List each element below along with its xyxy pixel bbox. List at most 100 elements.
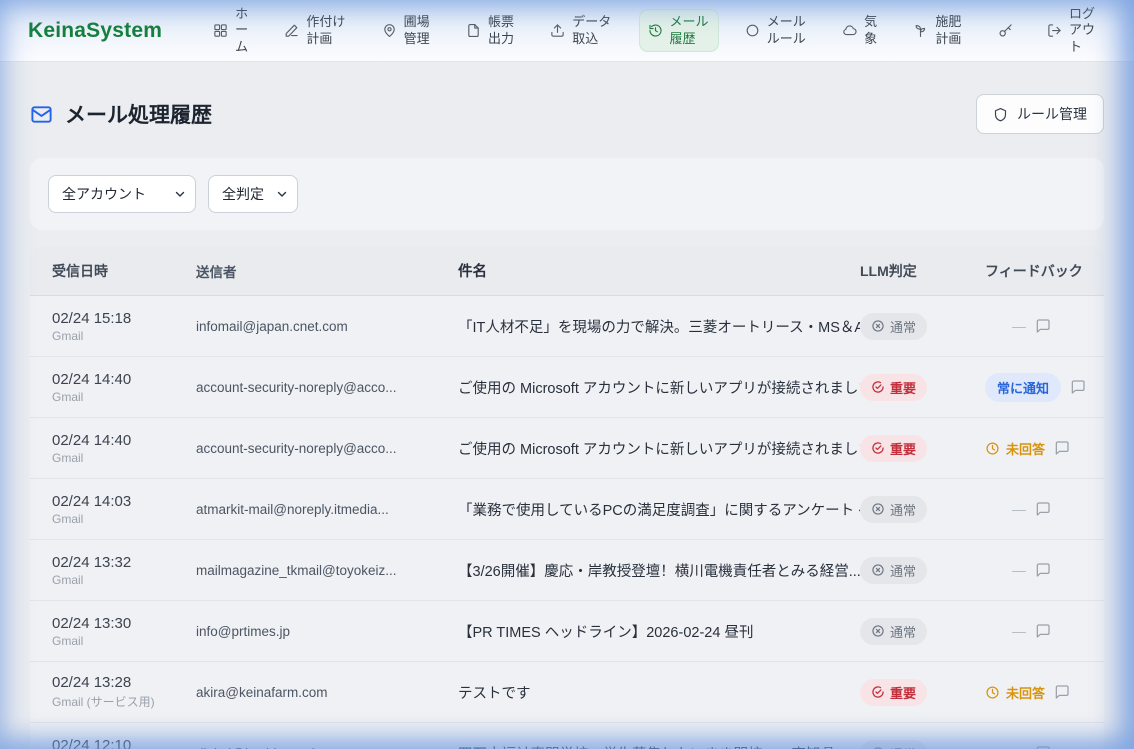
nav-item-label: データ取込 [572,14,613,47]
feedback-always-notify-badge: 常に通知 [985,373,1061,402]
cell-llm-judgement: 重要 [860,374,985,401]
main-content: メール処理履歴 ルール管理 全アカウント 全判定 [0,62,1134,749]
cell-feedback: — [985,745,1104,749]
cell-feedback: — [985,562,1104,578]
cell-feedback: — [985,318,1104,334]
cell-feedback: 未回答 [985,683,1104,702]
page-header: メール処理履歴 ルール管理 [30,94,1104,134]
mail-subject: 【3/26開催】慶応・岸教授登壇！横川電機責任者とみる経営... [442,560,860,581]
nav-item-data-import[interactable]: データ取込 [541,9,622,52]
sender-email: account-security-noreply@acco... [180,441,442,456]
rule-management-button[interactable]: ルール管理 [976,94,1104,134]
upload-icon [550,23,565,38]
table-row[interactable]: 02/24 12:10 digital@kochinews.jp 四万十福祉専門… [30,723,1104,749]
cell-feedback: — [985,623,1104,639]
comment-bubble-icon[interactable] [1035,318,1051,334]
received-datetime: 02/24 14:40 [52,371,180,388]
received-datetime: 02/24 13:28 [52,674,180,691]
sender-email: digital@kochinews.jp [180,746,442,749]
header-llm-judgement: LLM判定 [860,261,985,281]
received-datetime: 02/24 13:32 [52,554,180,571]
account-label: Gmail [52,512,180,526]
llm-judgement-label: 通常 [890,622,916,641]
cell-llm-judgement: 重要 [860,679,985,706]
pencil-icon [284,23,299,38]
header-feedback: フィードバック [985,261,1104,281]
mail-icon [30,103,53,126]
comment-bubble-icon[interactable] [1035,745,1051,749]
nav-item-mail-history[interactable]: メール履歴 [639,9,720,52]
key-icon [998,23,1013,38]
received-datetime: 02/24 15:18 [52,310,180,327]
feedback-empty: — [1012,562,1026,578]
cell-received-datetime: 02/24 13:30 Gmail [30,615,180,648]
llm-judgement-badge: 通常 [860,740,927,749]
document-icon [466,23,481,38]
brand-logo[interactable]: KeinaSystem [28,19,162,43]
nav-item-report-output[interactable]: 帳票出力 [457,9,525,52]
table-row[interactable]: 02/24 13:32 Gmail mailmagazine_tkmail@to… [30,540,1104,601]
table-row[interactable]: 02/24 13:30 Gmail info@prtimes.jp 【PR TI… [30,601,1104,662]
table-row[interactable]: 02/24 14:40 Gmail account-security-norep… [30,418,1104,479]
cell-received-datetime: 02/24 13:28 Gmail (サービス用) [30,674,180,710]
circle-icon [745,23,760,38]
sender-email: mailmagazine_tkmail@toyokeiz... [180,563,442,578]
nav-item-fertilizer-plan[interactable]: 施肥計画 [904,9,972,52]
llm-judgement-badge: 通常 [860,496,927,523]
nav-item-home[interactable]: ホーム [204,1,259,60]
sender-email: akira@keinafarm.com [180,685,442,700]
table-row[interactable]: 02/24 14:03 Gmail atmarkit-mail@noreply.… [30,479,1104,540]
sender-email: account-security-noreply@acco... [180,380,442,395]
filter-bar: 全アカウント 全判定 [30,158,1104,230]
table-row[interactable]: 02/24 15:18 Gmail infomail@japan.cnet.co… [30,296,1104,357]
table-row[interactable]: 02/24 13:28 Gmail (サービス用) akira@keinafar… [30,662,1104,723]
sender-email: infomail@japan.cnet.com [180,319,442,334]
nav-item-mail-rules[interactable]: メールルール [736,9,817,52]
nav-item-logout[interactable]: ログアウト [1038,1,1106,60]
cell-llm-judgement: 重要 [860,435,985,462]
account-label: Gmail [52,634,180,648]
cell-llm-judgement: 通常 [860,618,985,645]
account-label: Gmail [52,573,180,587]
nav-item-weather[interactable]: 気象 [833,9,888,52]
cell-llm-judgement: 通常 [860,496,985,523]
comment-bubble-icon[interactable] [1035,562,1051,578]
cell-received-datetime: 02/24 14:40 Gmail [30,432,180,465]
page-title-text: メール処理履歴 [65,99,212,129]
nav-item-key[interactable] [989,18,1022,43]
comment-bubble-icon[interactable] [1070,379,1086,395]
cloud-icon [842,23,857,38]
comment-bubble-icon[interactable] [1054,440,1070,456]
history-icon [648,23,663,38]
cell-llm-judgement: 通常 [860,557,985,584]
judgement-filter-select[interactable]: 全判定 [209,176,297,212]
cell-feedback: 常に通知 [985,373,1104,402]
feedback-empty: — [1012,318,1026,334]
llm-judgement-label: 通常 [890,561,916,580]
logout-icon [1047,23,1062,38]
nav-item-label: 施肥計画 [935,14,963,47]
nav-item-planting-plan[interactable]: 作付け計画 [275,9,356,52]
header-received-datetime: 受信日時 [30,261,180,281]
cell-feedback: — [985,501,1104,517]
clock-icon [985,685,1000,700]
judgement-filter-wrap: 全判定 [208,175,298,213]
mail-subject: ご使用の Microsoft アカウントに新しいアプリが接続されました [442,438,860,459]
account-filter-select[interactable]: 全アカウント [49,176,195,212]
table-row[interactable]: 02/24 14:40 Gmail account-security-norep… [30,357,1104,418]
mail-subject: 「IT人材不足」を現場の力で解決。三菱オートリース・MS＆AD... [442,316,860,337]
mail-subject: ご使用の Microsoft アカウントに新しいアプリが接続されました [442,377,860,398]
llm-judgement-badge: 通常 [860,618,927,645]
comment-bubble-icon[interactable] [1054,684,1070,700]
nav-item-label: 作付け計画 [306,14,347,47]
llm-judgement-label: 通常 [890,317,916,336]
cell-llm-judgement: 通常 [860,313,985,340]
feedback-empty: — [1012,745,1026,749]
llm-judgement-label: 重要 [890,378,916,397]
account-label: Gmail [52,390,180,404]
top-nav-bar: KeinaSystem ホーム 作付け計画圃場管理帳票出力 データ取込メール履歴メー… [0,0,1134,62]
feedback-unanswered-label: 未回答 [985,439,1045,458]
nav-item-field-management[interactable]: 圃場管理 [373,9,441,52]
comment-bubble-icon[interactable] [1035,623,1051,639]
comment-bubble-icon[interactable] [1035,501,1051,517]
